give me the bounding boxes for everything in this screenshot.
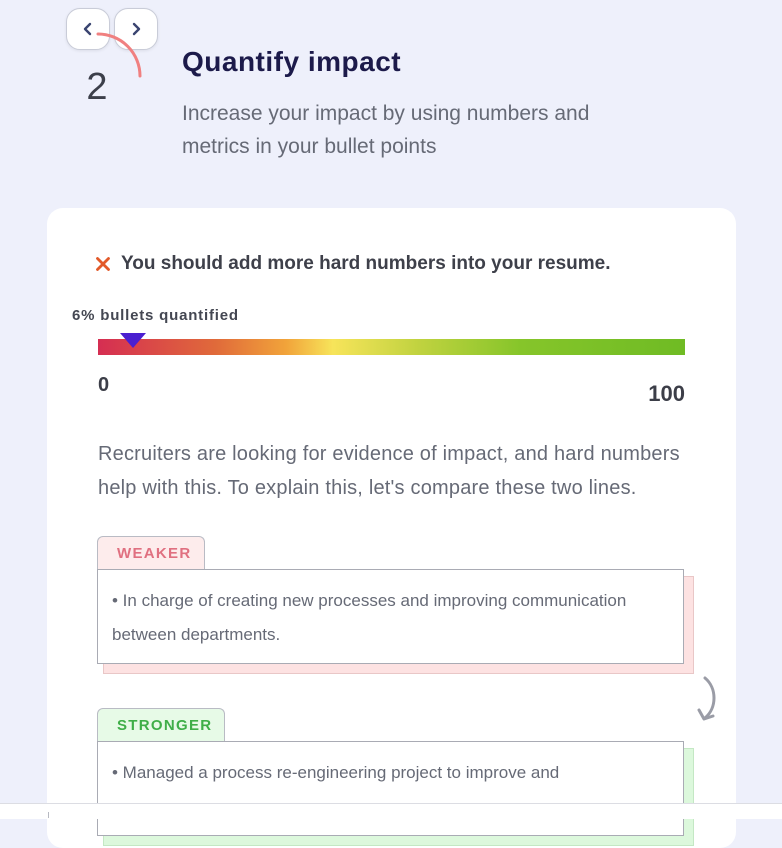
gauge-min-label: 0 [98, 374, 110, 396]
weaker-example: • In charge of creating new processes an… [97, 569, 684, 664]
gauge-bar [98, 339, 685, 355]
feedback-card: You should add more hard numbers into yo… [47, 208, 736, 848]
verdict-message: You should add more hard numbers into yo… [95, 253, 611, 275]
explanation-text: Recruiters are looking for evidence of i… [98, 443, 680, 499]
section-subtitle: Increase your impact by using numbers an… [182, 102, 590, 158]
section-title: Quantify impact [182, 46, 402, 77]
stronger-example: • Managed a process re-engineering proje… [97, 741, 684, 836]
step-number: 2 [86, 66, 108, 108]
curved-arrow-icon [697, 676, 716, 721]
gauge-marker [120, 333, 147, 348]
verdict-text: You should add more hard numbers into yo… [121, 253, 611, 274]
close-icon [96, 257, 110, 271]
bottom-bar [0, 803, 782, 819]
weaker-tag: WEAKER [97, 536, 205, 569]
stronger-tag: STRONGER [97, 708, 225, 741]
gauge-max-label: 100 [648, 381, 685, 406]
bottom-divider-tick [48, 812, 49, 818]
gauge-label: 6% bullets quantified [72, 307, 239, 324]
